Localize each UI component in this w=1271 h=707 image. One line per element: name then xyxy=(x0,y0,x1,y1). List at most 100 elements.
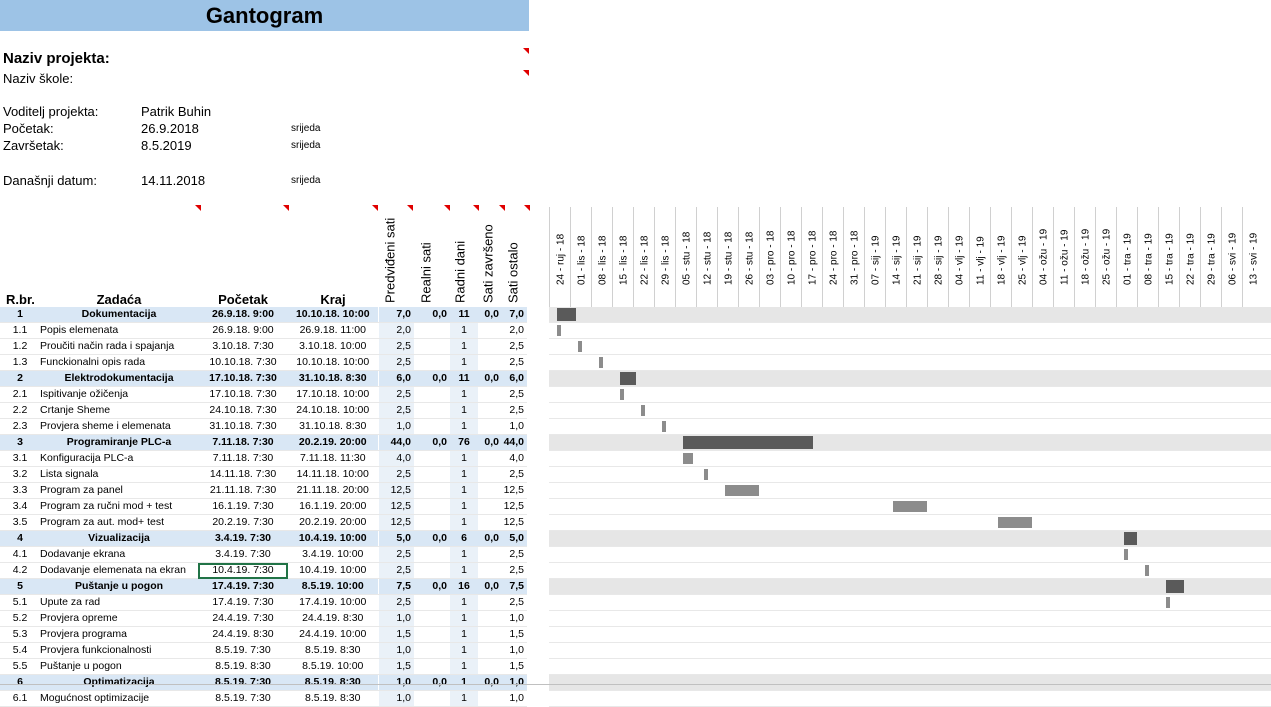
gantt-task-bar[interactable] xyxy=(1166,597,1170,608)
planned-hours-cell[interactable]: 2,5 xyxy=(377,354,414,371)
timeline-week-header[interactable]: 18 - vlj - 19 xyxy=(990,207,1012,307)
hours-left-cell[interactable]: 1,5 xyxy=(502,658,527,675)
timeline-week-header[interactable]: 24 - ruj - 18 xyxy=(549,207,571,307)
hours-left-cell[interactable]: 5,0 xyxy=(502,530,527,547)
planned-hours-cell[interactable]: 1,5 xyxy=(377,658,414,675)
task-name-cell[interactable]: Provjera programa xyxy=(40,626,198,643)
task-name-cell[interactable]: Ispitivanje ožičenja xyxy=(40,386,198,403)
start-date[interactable]: 26.9.2018 xyxy=(141,121,199,136)
timeline-week-header[interactable]: 31 - pro - 18 xyxy=(843,207,865,307)
hours-left-cell[interactable]: 1,0 xyxy=(502,418,527,435)
task-end-cell[interactable]: 8.5.19. 8:30 xyxy=(288,642,378,659)
project-name-label[interactable]: Naziv projekta: xyxy=(3,50,110,67)
task-name-cell[interactable]: Konfiguracija PLC-a xyxy=(40,450,198,467)
hours-left-cell[interactable]: 12,5 xyxy=(502,482,527,499)
timeline-week-header[interactable]: 22 - tra - 19 xyxy=(1179,207,1201,307)
planned-hours-cell[interactable]: 44,0 xyxy=(377,434,414,451)
col-header-real-hours[interactable]: Realni sati xyxy=(416,212,448,305)
planned-hours-cell[interactable]: 2,5 xyxy=(377,546,414,563)
hours-left-cell[interactable]: 7,5 xyxy=(502,578,527,595)
timeline-week-header[interactable]: 25 - vlj - 19 xyxy=(1011,207,1033,307)
task-id-cell[interactable]: 4.1 xyxy=(0,546,40,563)
planned-hours-cell[interactable]: 5,0 xyxy=(377,530,414,547)
real-hours-cell[interactable] xyxy=(414,594,450,611)
task-id-cell[interactable]: 3.4 xyxy=(0,498,40,515)
timeline-week-header[interactable]: 15 - lis - 18 xyxy=(612,207,634,307)
real-hours-cell[interactable]: 0,0 xyxy=(414,578,450,595)
task-id-cell[interactable]: 5 xyxy=(0,578,40,595)
work-days-cell[interactable]: 11 xyxy=(450,307,478,323)
planned-hours-cell[interactable]: 2,5 xyxy=(377,386,414,403)
task-start-cell[interactable]: 21.11.18. 7:30 xyxy=(198,482,288,499)
task-start-cell[interactable]: 10.10.18. 7:30 xyxy=(198,354,288,371)
gantt-task-bar[interactable] xyxy=(683,453,693,464)
today-label[interactable]: Današnji datum: xyxy=(3,173,97,188)
work-days-cell[interactable]: 1 xyxy=(450,482,478,499)
timeline-week-header[interactable]: 08 - lis - 18 xyxy=(591,207,613,307)
task-id-cell[interactable]: 2.1 xyxy=(0,386,40,403)
hours-done-cell[interactable] xyxy=(478,322,502,339)
task-name-cell[interactable]: Proučiti način rada i spajanja xyxy=(40,338,198,355)
timeline-week-header[interactable]: 08 - tra - 19 xyxy=(1137,207,1159,307)
task-name-cell[interactable]: Dokumentacija xyxy=(40,307,198,323)
task-name-cell[interactable]: Provjera sheme i elemenata xyxy=(40,418,198,435)
real-hours-cell[interactable] xyxy=(414,562,450,579)
planned-hours-cell[interactable]: 12,5 xyxy=(377,482,414,499)
timeline-week-header[interactable]: 01 - lis - 18 xyxy=(570,207,592,307)
task-end-cell[interactable]: 20.2.19. 20:00 xyxy=(288,514,378,531)
comment-marker[interactable] xyxy=(444,205,450,211)
task-start-cell[interactable]: 7.11.18. 7:30 xyxy=(198,434,288,451)
task-name-cell[interactable]: Crtanje Sheme xyxy=(40,402,198,419)
col-header-hours-left[interactable]: Sati ostalo xyxy=(503,212,527,305)
task-start-cell[interactable]: 17.10.18. 7:30 xyxy=(198,386,288,403)
task-start-cell[interactable]: 24.4.19. 8:30 xyxy=(198,626,288,643)
timeline-week-header[interactable]: 25 - ožu - 19 xyxy=(1095,207,1117,307)
task-id-cell[interactable]: 3 xyxy=(0,434,40,451)
timeline-week-header[interactable]: 05 - stu - 18 xyxy=(675,207,697,307)
timeline-week-header[interactable]: 12 - stu - 18 xyxy=(696,207,718,307)
real-hours-cell[interactable] xyxy=(414,690,450,707)
hours-done-cell[interactable] xyxy=(478,514,502,531)
real-hours-cell[interactable] xyxy=(414,482,450,499)
timeline-week-header[interactable]: 17 - pro - 18 xyxy=(801,207,823,307)
comment-marker[interactable] xyxy=(372,205,378,211)
hours-done-cell[interactable] xyxy=(478,562,502,579)
hours-done-cell[interactable]: 0,0 xyxy=(478,307,502,323)
task-end-cell[interactable]: 10.10.18. 10:00 xyxy=(288,307,378,323)
task-id-cell[interactable]: 4.2 xyxy=(0,562,40,579)
task-start-cell[interactable]: 17.4.19. 7:30 xyxy=(198,578,288,595)
task-name-cell[interactable]: Puštanje u pogon xyxy=(40,578,198,595)
gantt-task-bar[interactable] xyxy=(1145,565,1149,576)
task-name-cell[interactable]: Lista signala xyxy=(40,466,198,483)
hours-left-cell[interactable]: 2,5 xyxy=(502,562,527,579)
hours-done-cell[interactable]: 0,0 xyxy=(478,578,502,595)
timeline-week-header[interactable]: 07 - sij - 19 xyxy=(864,207,886,307)
task-id-cell[interactable]: 5.1 xyxy=(0,594,40,611)
task-end-cell[interactable]: 31.10.18. 8:30 xyxy=(288,370,378,387)
real-hours-cell[interactable] xyxy=(414,466,450,483)
planned-hours-cell[interactable]: 12,5 xyxy=(377,498,414,515)
real-hours-cell[interactable] xyxy=(414,386,450,403)
planned-hours-cell[interactable]: 2,5 xyxy=(377,466,414,483)
planned-hours-cell[interactable]: 2,5 xyxy=(377,562,414,579)
school-label[interactable]: Naziv škole: xyxy=(3,71,73,86)
real-hours-cell[interactable]: 0,0 xyxy=(414,307,450,323)
planned-hours-cell[interactable]: 1,0 xyxy=(377,418,414,435)
work-days-cell[interactable]: 1 xyxy=(450,338,478,355)
real-hours-cell[interactable] xyxy=(414,626,450,643)
gantt-task-bar[interactable] xyxy=(725,485,759,496)
task-id-cell[interactable]: 5.3 xyxy=(0,626,40,643)
task-id-cell[interactable]: 3.2 xyxy=(0,466,40,483)
hours-left-cell[interactable]: 2,5 xyxy=(502,546,527,563)
hours-left-cell[interactable]: 1,0 xyxy=(502,610,527,627)
hours-left-cell[interactable]: 2,5 xyxy=(502,402,527,419)
work-days-cell[interactable]: 1 xyxy=(450,466,478,483)
real-hours-cell[interactable] xyxy=(414,450,450,467)
work-days-cell[interactable]: 1 xyxy=(450,642,478,659)
task-end-cell[interactable]: 31.10.18. 8:30 xyxy=(288,418,378,435)
work-days-cell[interactable]: 76 xyxy=(450,434,478,451)
work-days-cell[interactable]: 1 xyxy=(450,562,478,579)
task-name-cell[interactable]: Elektrodokumentacija xyxy=(40,370,198,387)
work-days-cell[interactable]: 1 xyxy=(450,354,478,371)
gantt-task-bar[interactable] xyxy=(599,357,603,368)
